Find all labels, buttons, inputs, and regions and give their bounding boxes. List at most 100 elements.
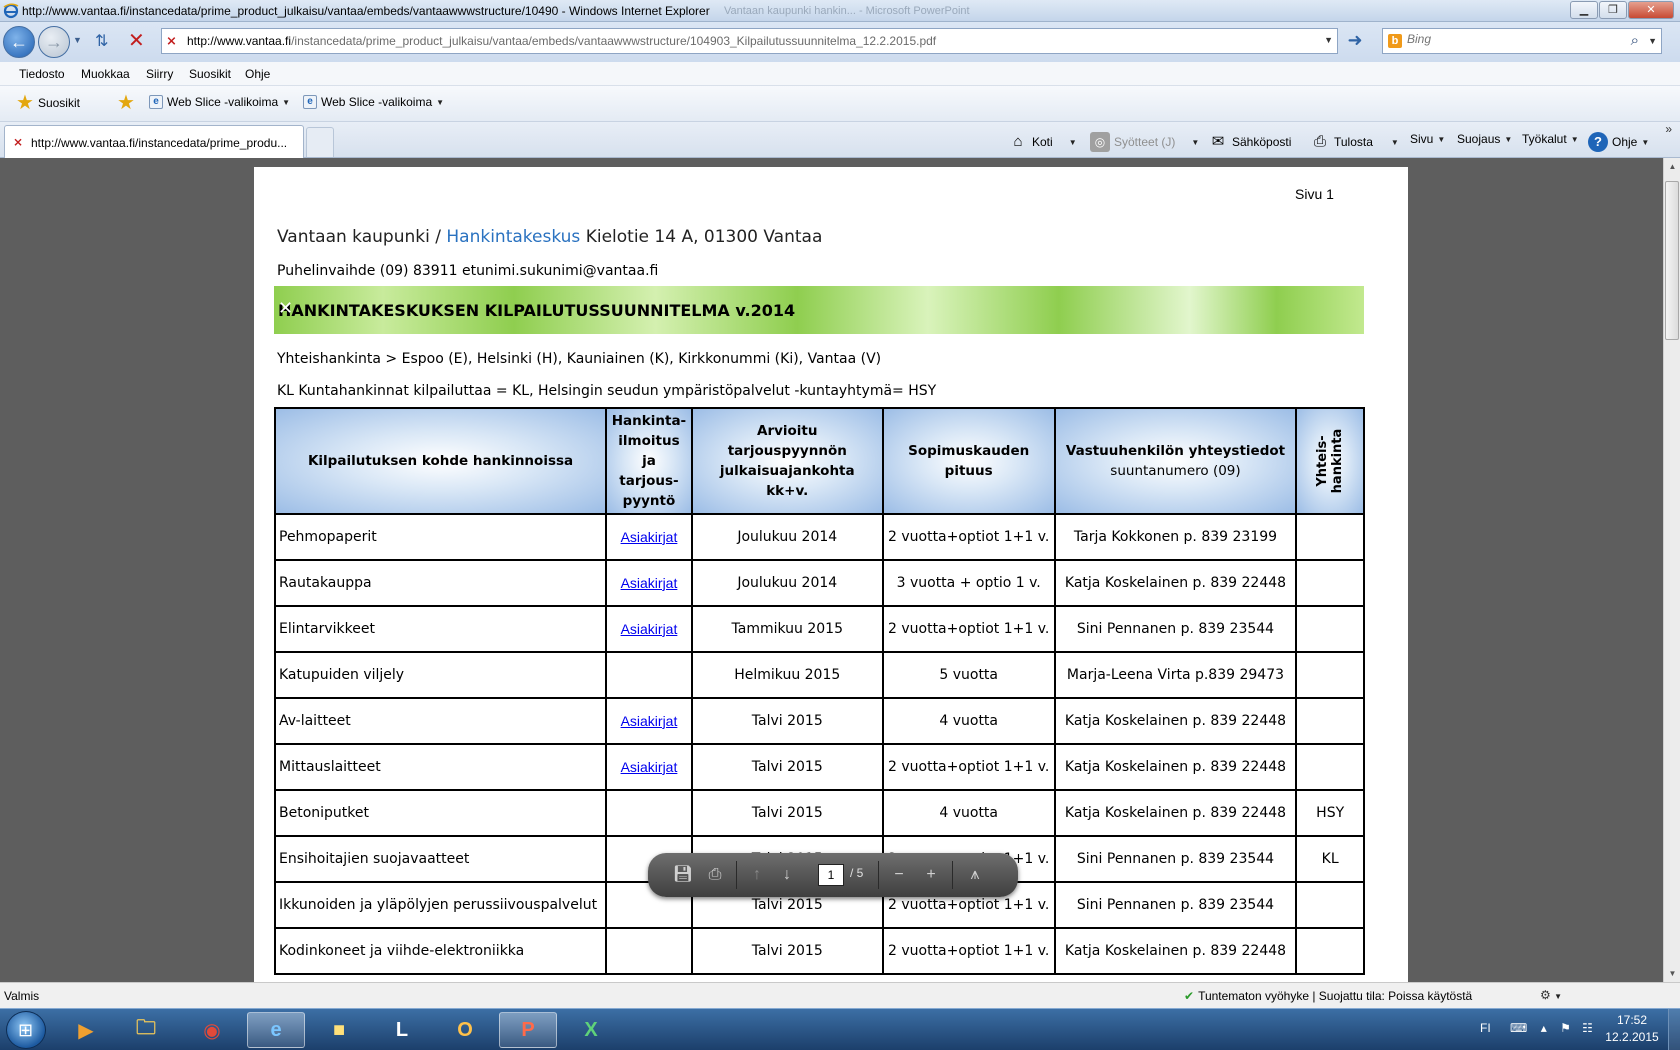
cell-subject: Ikkunoiden ja yläpölyjen perussiivouspal… [273,881,608,929]
documents-link[interactable]: Asiakirjat [621,575,678,591]
previous-page-icon[interactable]: ↑ [744,863,770,887]
cell-publication-date: Talvi 2015 [690,697,884,745]
joint-procurement-line: Yhteishankinta > Espoo (E), Helsinki (H)… [277,351,882,367]
print-icon[interactable]: ⎙ [702,863,728,887]
taskbar-explorer[interactable]: 🗀︎ [117,1012,175,1048]
feeds-button[interactable]: ◎ Syötteet (J) ▼ [1090,132,1199,152]
network-icon[interactable]: ☷ [1582,1021,1593,1035]
tab-current[interactable]: ⨯ http://www.vantaa.fi/instancedata/prim… [4,125,304,158]
security-zone[interactable]: ✔ Tuntematon vyöhyke | Suojattu tila: Poi… [1184,989,1472,1003]
cell-joint-procurement [1295,559,1365,607]
taskbar-lync[interactable]: L [373,1012,431,1048]
documents-link[interactable]: Asiakirjat [621,759,678,775]
page-number-input[interactable]: 1 [818,864,844,886]
history-dropdown-icon[interactable]: ▼ [73,35,82,45]
outlook-icon: O [457,1018,473,1041]
show-desktop-button[interactable] [1668,1009,1680,1050]
cell-subject: Rautakauppa [273,559,608,607]
web-slice-gallery-1[interactable]: e Web Slice -valikoima ▼ [149,95,290,109]
tray-expand-icon[interactable]: ▴ [1541,1021,1547,1035]
taskbar-powerpoint[interactable]: P [499,1012,557,1048]
table-row: Betoniputket Talvi 2015 4 vuotta Katja Kosk… [273,789,1365,837]
zoom-out-icon[interactable]: − [886,863,912,887]
title-banner: HANKINTAKESKUKSEN KILPAILUTUSSUUNNITELMA… [274,286,1364,334]
clock[interactable]: 17:52 12.2.2015 [1602,1012,1662,1046]
menu-help[interactable]: Ohje [245,67,270,81]
cell-subject: Betoniputket [273,789,608,837]
menu-edit[interactable]: Muokkaa [81,67,130,81]
cell-joint-procurement [1295,651,1365,699]
help-menu-button[interactable]: ? Ohje ▼ [1588,132,1649,152]
forward-button[interactable]: → [38,26,70,58]
page-total: / 5 [850,866,864,880]
print-button[interactable]: ⎙ Tulosta ▼ [1310,132,1399,152]
scroll-up-icon[interactable]: ▲ [1664,158,1680,175]
tools-menu-button[interactable]: Työkalut ▼ [1522,132,1579,146]
cell-joint-procurement: KL [1295,835,1365,883]
vertical-scrollbar[interactable]: ▲ ▼ [1663,158,1680,982]
page-menu-button[interactable]: Sivu ▼ [1410,132,1445,146]
save-icon[interactable]: 💾︎ [670,863,696,887]
add-favorite-button[interactable]: ★ [117,92,135,114]
back-button[interactable]: ← [3,26,35,58]
menu-bar: Tiedosto Muokkaa Siirry Suosikit Ohje [0,62,1680,86]
flag-icon[interactable]: ⚑ [1560,1021,1571,1035]
cell-contact: Tarja Kokkonen p. 839 23199 [1053,513,1298,561]
taskbar-excel[interactable]: X [562,1012,620,1048]
scroll-down-icon[interactable]: ▼ [1664,965,1680,982]
table-row: Rautakauppa Asiakirjat Joulukuu 2014 3 vuot… [273,559,1365,607]
back-arrow-icon: ← [10,31,28,52]
menu-goto[interactable]: Siirry [146,67,173,81]
home-icon: ⌂ [1013,133,1023,150]
address-bar[interactable]: ⨯ http://www.vantaa.fi/instancedata/prim… [161,28,1338,54]
cell-contact: Katja Koskelainen p. 839 22448 [1053,927,1298,975]
menu-file[interactable]: Tiedosto [19,67,65,81]
taskbar-sticky-notes[interactable]: ■ [310,1012,368,1048]
taskbar-media-player[interactable]: ▶ [57,1012,115,1048]
address-url[interactable]: http://www.vantaa.fi/instancedata/prime_… [187,34,936,48]
start-button[interactable]: ⊞ [6,1011,46,1049]
search-box[interactable]: b ⌕ ▼ [1382,28,1662,54]
taskbar-outlook[interactable]: O [436,1012,494,1048]
stop-icon[interactable]: ✕ [128,28,145,53]
minimize-button[interactable]: ▁ [1570,1,1598,19]
language-indicator[interactable]: FI [1480,1021,1491,1035]
table-row: Elintarvikkeet Asiakirjat Tammikuu 2015 2 v… [273,605,1365,653]
taskbar-internet-explorer[interactable]: e [247,1012,305,1048]
new-tab-button[interactable] [306,127,334,157]
close-window-button[interactable]: ✕ [1628,1,1674,19]
chevron-down-icon: ▼ [282,97,291,107]
hankintakeskus-link[interactable]: Hankintakeskus [446,227,580,247]
pdf-viewport: Sivu 1 Vantaan kaupunki / Hankintakeskus… [0,158,1663,982]
chevron-down-icon: ▼ [1641,137,1650,147]
documents-link[interactable]: Asiakirjat [621,529,678,545]
address-dropdown-icon[interactable]: ▼ [1324,35,1333,45]
search-input[interactable] [1407,32,1607,46]
menu-favorites[interactable]: Suosikit [189,67,231,81]
zoom-in-icon[interactable]: + [918,863,944,887]
email-button[interactable]: ✉ Sähköposti [1208,132,1292,152]
safety-menu-button[interactable]: Suojaus ▼ [1457,132,1512,146]
scroll-thumb[interactable] [1665,181,1679,340]
documents-link[interactable]: Asiakirjat [621,621,678,637]
search-dropdown-icon[interactable]: ▼ [1648,36,1657,46]
next-page-icon[interactable]: ↓ [774,863,800,887]
restore-button[interactable]: ❐ [1599,1,1627,19]
zoom-control[interactable]: ⚙ ▼ [1540,988,1562,1002]
pdf-file-icon: ⨯ [13,135,24,149]
keyboard-icon[interactable]: ⌨ [1510,1021,1527,1035]
cell-contract-duration: 4 vuotta [881,697,1056,745]
adobe-acrobat-icon[interactable]: ⩚ [962,863,988,887]
more-commands-icon[interactable]: » [1665,122,1672,136]
favorites-button[interactable]: ★ Suosikit [16,93,80,113]
compatibility-view-icon[interactable]: ⇅ [95,31,108,51]
taskbar-chrome[interactable]: ◉ [183,1012,241,1048]
search-icon[interactable]: ⌕ [1631,32,1639,49]
add-favorite-star-icon: ★ [117,92,135,114]
cell-subject: Elintarvikkeet [273,605,608,653]
documents-link[interactable]: Asiakirjat [621,713,678,729]
go-arrow-icon[interactable]: ➜ [1343,30,1367,52]
home-button[interactable]: ⌂ Koti ▼ [1008,132,1076,152]
web-slice-gallery-2[interactable]: e Web Slice -valikoima ▼ [303,95,444,109]
ie-page-icon: e [303,95,317,109]
